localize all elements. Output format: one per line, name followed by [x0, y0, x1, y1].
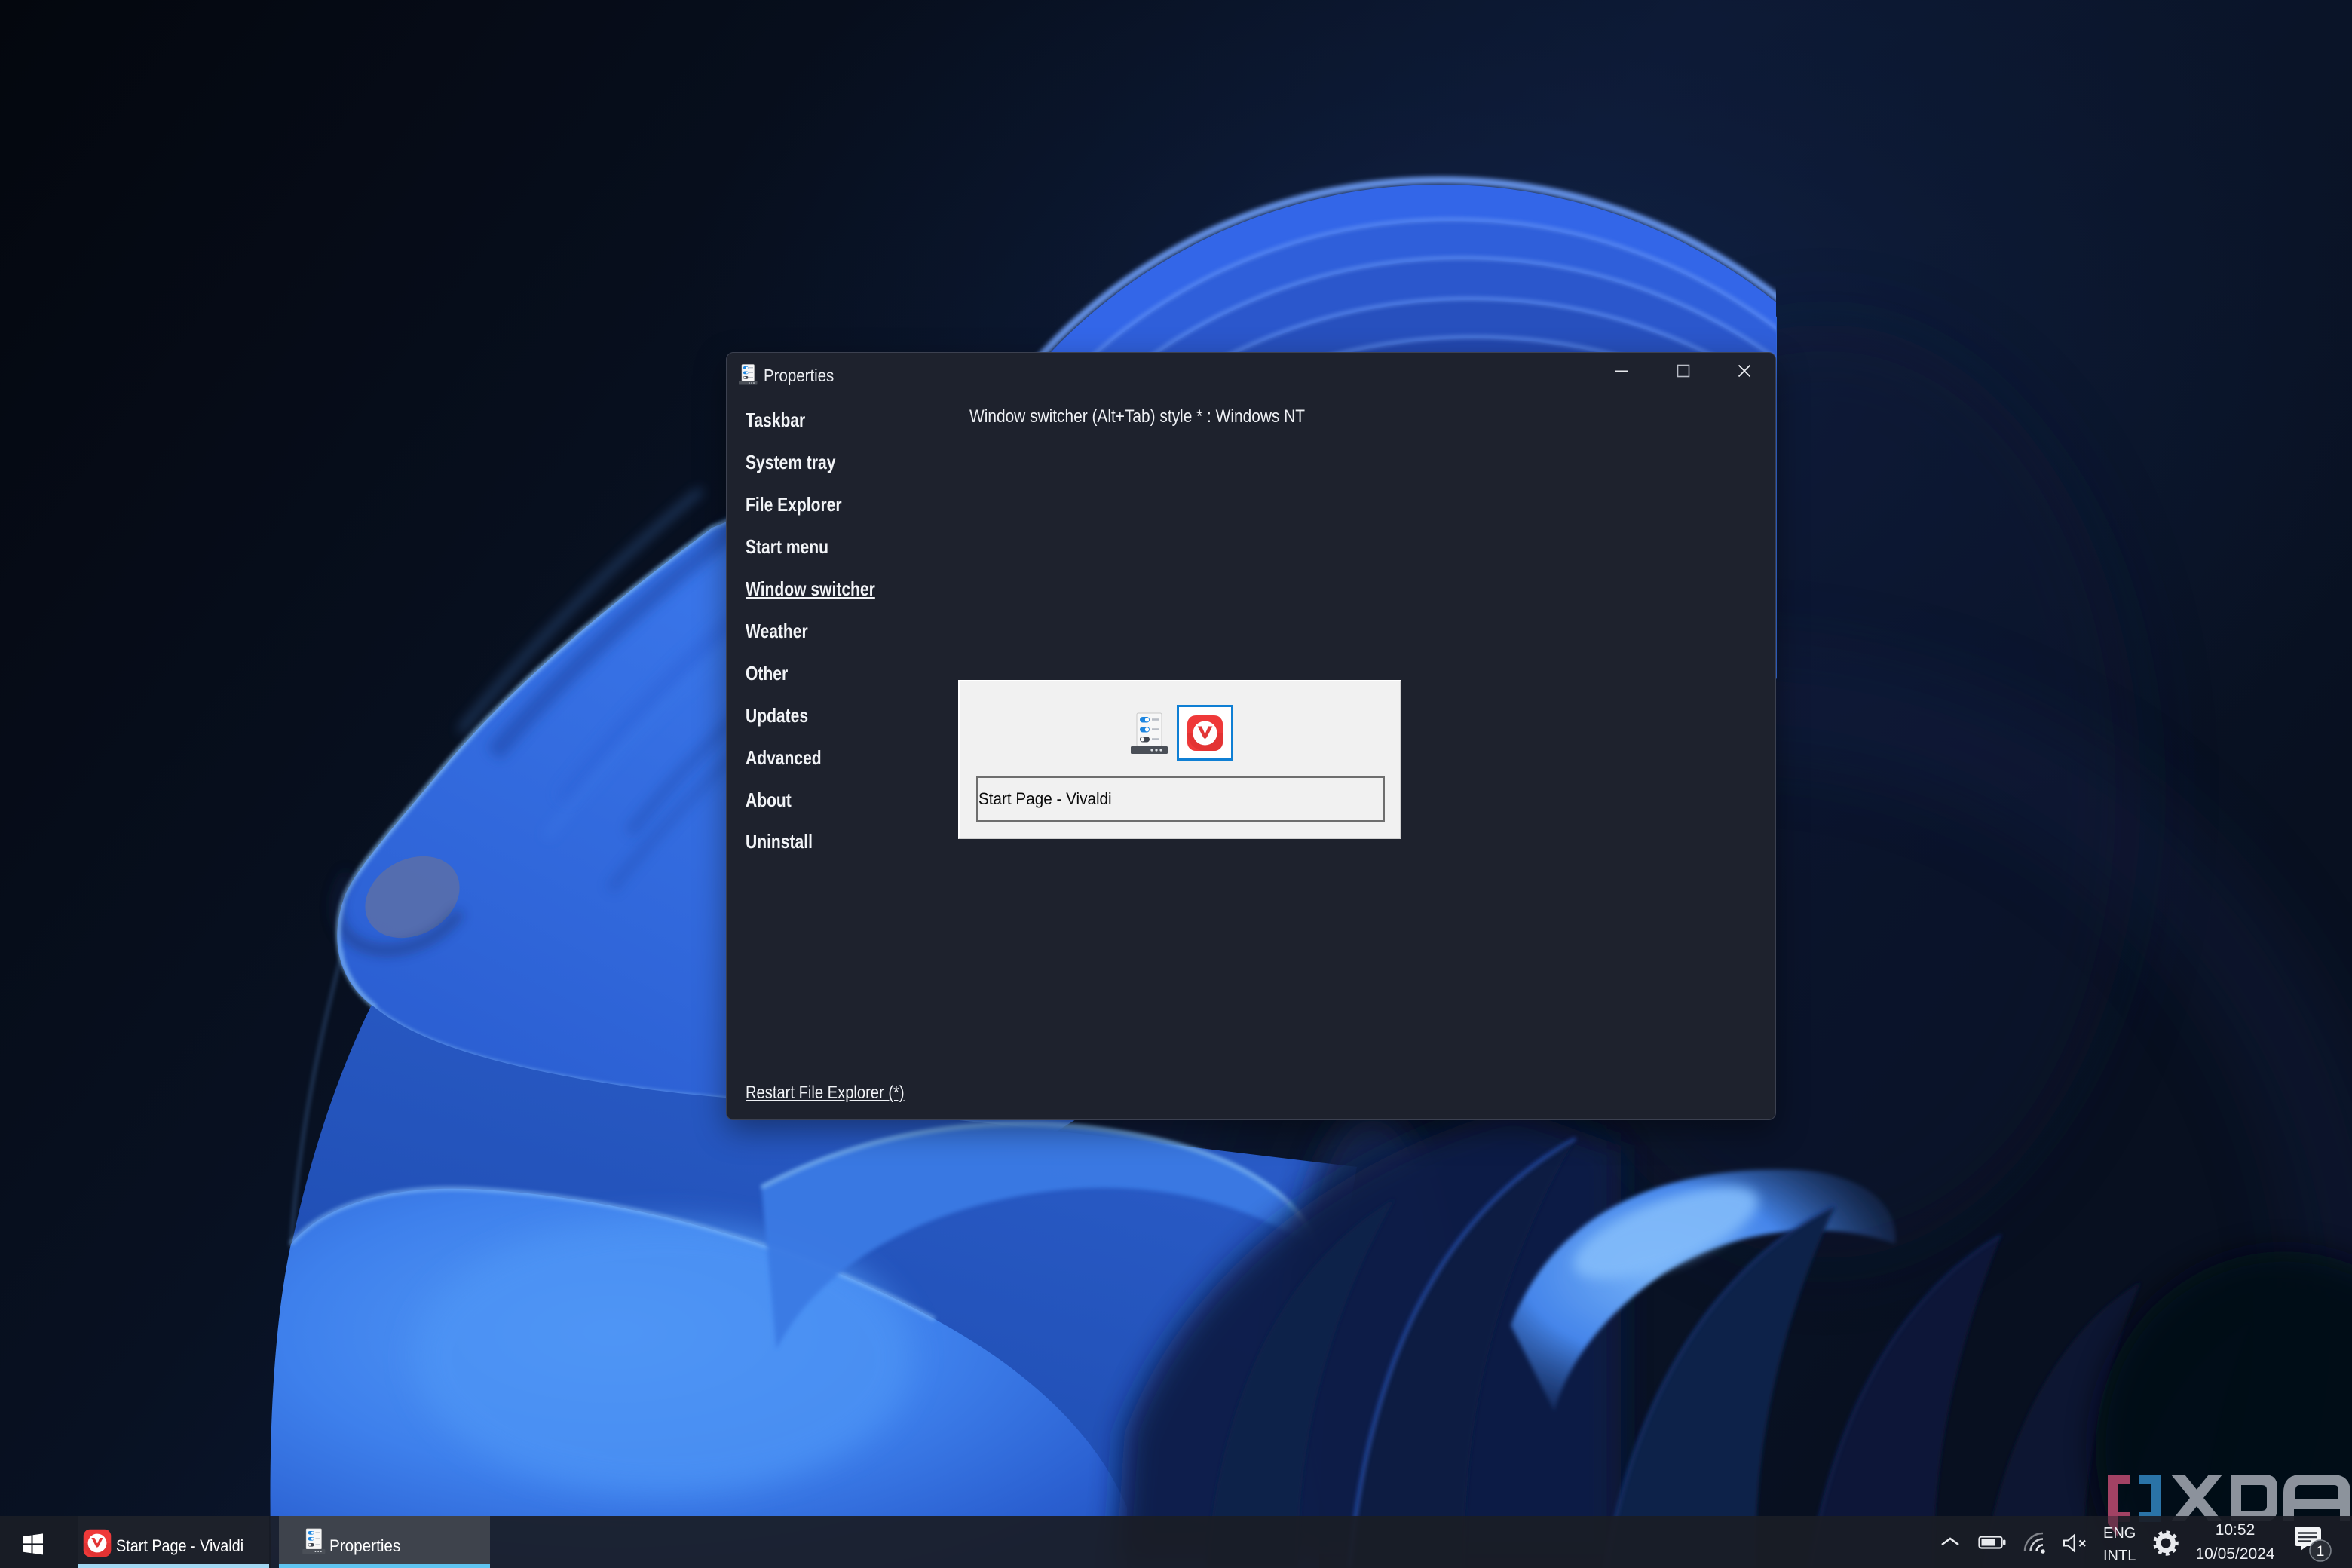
svg-text:1: 1: [2317, 1544, 2325, 1560]
